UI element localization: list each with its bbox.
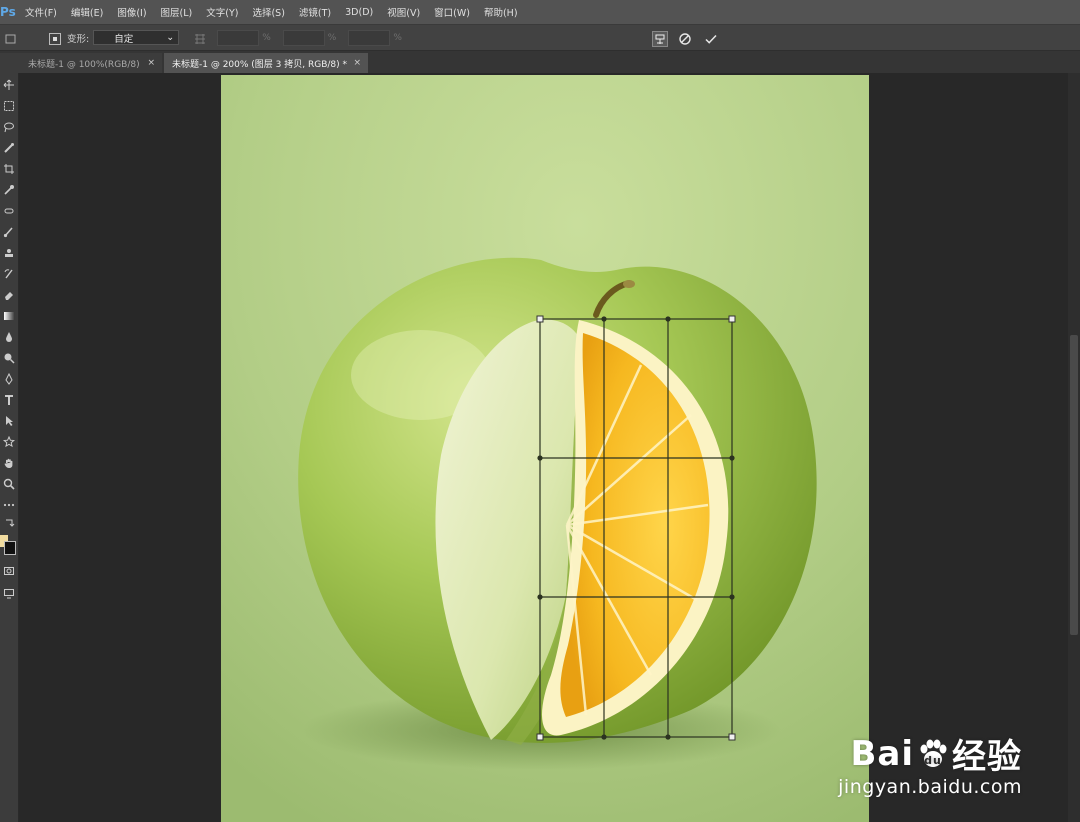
quick-select-icon[interactable] <box>3 142 15 154</box>
more-tools-icon[interactable] <box>3 499 15 511</box>
warp-toggle-icon[interactable] <box>651 30 668 47</box>
menu-3d[interactable]: 3D(D) <box>345 7 373 18</box>
watermark: Bai du 经验 jingyan.baidu.com <box>838 729 1022 799</box>
warp-label: 变形: <box>67 33 90 45</box>
reference-point-icon[interactable] <box>48 31 62 45</box>
vertical-scrollbar[interactable] <box>1068 73 1080 822</box>
eraser-icon[interactable] <box>3 289 15 301</box>
close-icon[interactable]: × <box>353 58 361 68</box>
svg-text:du: du <box>924 754 942 767</box>
stamp-icon[interactable] <box>3 247 15 259</box>
watermark-brand: Bai du 经验 <box>838 729 1022 778</box>
apple-orange-image <box>221 75 869 822</box>
hand-icon[interactable] <box>3 457 15 469</box>
close-icon[interactable]: × <box>147 58 155 68</box>
tab-document-1-label: 未标题-1 @ 100%(RGB/8) <box>28 59 140 70</box>
menu-window[interactable]: 窗口(W) <box>434 5 470 19</box>
warp-mode-icon[interactable] <box>193 31 207 45</box>
healing-icon[interactable] <box>3 205 15 217</box>
menu-edit[interactable]: 编辑(E) <box>71 5 103 19</box>
tab-document-2[interactable]: 未标题-1 @ 200% (图层 3 拷贝, RGB/8) * × <box>164 53 368 73</box>
h-distort-pct: % <box>327 32 337 43</box>
menu-filter[interactable]: 滤镜(T) <box>299 5 331 19</box>
bend-field[interactable] <box>217 29 260 46</box>
crop-icon[interactable] <box>3 163 15 175</box>
h-distort-field[interactable] <box>282 29 325 46</box>
menu-view[interactable]: 视图(V) <box>387 5 420 19</box>
document-tabs: 未标题-1 @ 100%(RGB/8) × 未标题-1 @ 200% (图层 3… <box>0 51 1080 73</box>
screen-mode-icon[interactable] <box>3 587 15 599</box>
menu-type[interactable]: 文字(Y) <box>206 5 238 19</box>
move-icon[interactable] <box>4 31 18 45</box>
chevron-down-icon: ⌄ <box>166 32 175 43</box>
pen-icon[interactable] <box>3 373 15 385</box>
commit-transform-icon[interactable] <box>704 31 718 45</box>
blur-icon[interactable] <box>3 331 15 343</box>
history-brush-icon[interactable] <box>3 268 15 280</box>
watermark-url: jingyan.baidu.com <box>838 776 1022 798</box>
document-canvas[interactable] <box>221 75 869 822</box>
lasso-icon[interactable] <box>3 121 15 133</box>
menu-bar: Ps 文件(F) 编辑(E) 图像(I) 图层(L) 文字(Y) 选择(S) 滤… <box>0 0 1080 25</box>
tools-panel <box>0 73 19 822</box>
cancel-transform-icon[interactable] <box>678 31 692 45</box>
menu-file[interactable]: 文件(F) <box>25 5 57 19</box>
app-logo[interactable]: Ps <box>0 5 20 19</box>
move-icon[interactable] <box>3 79 15 91</box>
zoom-icon[interactable] <box>3 478 15 490</box>
marquee-icon[interactable] <box>3 100 15 112</box>
menu-select[interactable]: 选择(S) <box>252 5 284 19</box>
paw-icon: du <box>920 739 947 767</box>
warp-select[interactable]: 自定 ⌄ <box>93 30 180 45</box>
path-select-icon[interactable] <box>3 415 15 427</box>
brush-icon[interactable] <box>3 226 15 238</box>
bend-pct: % <box>262 32 271 43</box>
watermark-brand-suffix: 经验 <box>952 737 1022 777</box>
dodge-icon[interactable] <box>3 352 15 364</box>
shape-icon[interactable] <box>3 436 15 448</box>
type-icon[interactable] <box>3 394 15 406</box>
gradient-icon[interactable] <box>3 310 15 322</box>
scroll-thumb[interactable] <box>1070 335 1078 635</box>
tab-document-2-label: 未标题-1 @ 200% (图层 3 拷贝, RGB/8) * <box>172 59 347 70</box>
v-distort-field[interactable] <box>348 29 391 46</box>
background-color-swatch[interactable] <box>4 541 16 555</box>
v-distort-pct: % <box>393 32 402 43</box>
quick-mask-icon[interactable] <box>3 565 15 577</box>
menu-layer[interactable]: 图层(L) <box>161 5 193 19</box>
options-bar: 变形: 自定 ⌄ % % % <box>0 25 1080 51</box>
watermark-brand-text: Bai <box>850 733 914 774</box>
tab-document-1[interactable]: 未标题-1 @ 100%(RGB/8) × <box>0 53 162 73</box>
warp-select-value: 自定 <box>114 33 134 45</box>
eyedropper-icon[interactable] <box>3 184 15 196</box>
menu-help[interactable]: 帮助(H) <box>484 5 518 19</box>
swap-colors-icon[interactable] <box>3 517 15 529</box>
menu-image[interactable]: 图像(I) <box>117 5 146 19</box>
